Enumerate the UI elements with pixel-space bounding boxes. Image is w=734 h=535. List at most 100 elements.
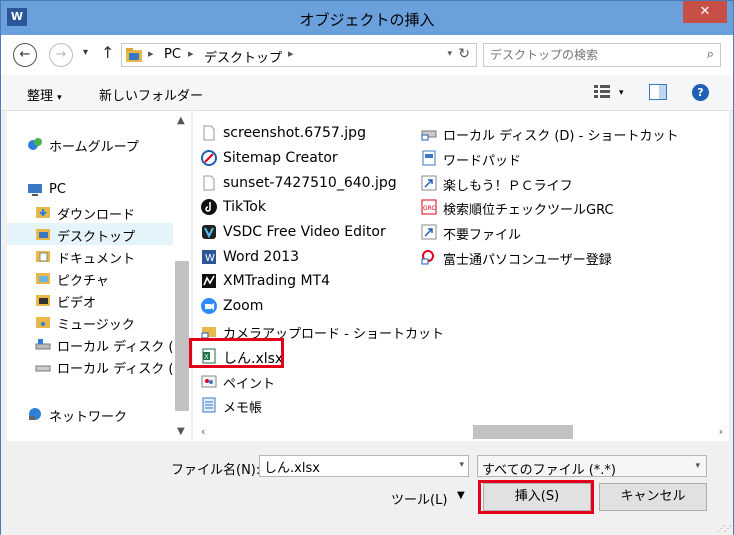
file-name: XMTrading MT4: [223, 273, 331, 289]
resize-grip-icon[interactable]: ⋰⋰: [717, 524, 732, 533]
desktop-folder-icon: [36, 229, 50, 240]
breadcrumb-separator: ▸: [288, 47, 294, 60]
scroll-down-icon[interactable]: ▼: [177, 426, 185, 437]
nav-music[interactable]: ミュージック: [7, 311, 173, 333]
fujitsu-icon: [421, 250, 434, 265]
pictures-folder-icon: [36, 273, 50, 284]
help-icon[interactable]: ?: [692, 84, 709, 101]
nav-network-label: ネットワーク: [49, 410, 128, 425]
cancel-button[interactable]: キャンセル: [599, 483, 707, 511]
nav-item-label: ドキュメント: [57, 252, 136, 267]
sitemap-creator-icon: [201, 150, 217, 166]
nav-homegroup-label: ホームグループ: [49, 140, 139, 155]
close-button[interactable]: ✕: [683, 1, 727, 23]
search-icon[interactable]: ⌕: [707, 47, 714, 62]
nav-downloads[interactable]: ダウンロード: [7, 201, 173, 223]
chevron-down-icon: ▾: [57, 93, 62, 103]
file-name: ワードパッド: [443, 154, 522, 169]
dialog-footer: ファイル名(N): ▾ すべてのファイル (*.*) ▾ ツール(L) ▼ 挿入…: [1, 441, 733, 535]
tools-dropdown-icon[interactable]: ▼: [457, 490, 465, 501]
breadcrumb-pc[interactable]: PC: [164, 47, 181, 62]
new-folder-button[interactable]: 新しいフォルダー: [99, 85, 203, 104]
nav-scroll-thumb[interactable]: [175, 261, 189, 411]
nav-pc-label: PC: [49, 182, 66, 197]
file-list-hscrollbar[interactable]: ‹ ›: [193, 423, 729, 441]
file-name: ペイント: [223, 377, 276, 392]
search-input[interactable]: [484, 44, 684, 66]
address-dropdown-icon[interactable]: ▾: [447, 49, 452, 59]
address-row: ← → ▾ ↑ ▸ PC ▸ デスクトップ ▸ ▾ ↻ ⌕: [1, 35, 733, 75]
dialog-title: オブジェクトの挿入: [299, 11, 435, 29]
shortcut-folder-icon: [201, 327, 216, 339]
up-arrow-icon[interactable]: ↑: [101, 43, 114, 62]
notepad-icon: [202, 397, 216, 413]
nav-videos[interactable]: ビデオ: [7, 289, 173, 311]
nav-homegroup[interactable]: ホームグループ: [7, 133, 173, 155]
file-name: VSDC Free Video Editor: [223, 224, 386, 240]
zoom-icon: [201, 298, 217, 314]
file-name: Zoom: [223, 298, 264, 314]
refresh-icon[interactable]: ↻: [458, 46, 470, 62]
preview-pane-icon[interactable]: [649, 84, 667, 100]
nav-pictures[interactable]: ピクチャ: [7, 267, 173, 289]
wordpad-icon: [422, 150, 436, 166]
file-name: Sitemap Creator: [223, 150, 338, 166]
grc-icon: GRC: [421, 199, 437, 215]
breadcrumb-desktop[interactable]: デスクトップ: [204, 47, 282, 66]
nav-local-disk-d[interactable]: ローカル ディスク (D:: [7, 355, 173, 377]
nav-item-label: ローカル ディスク (C:: [57, 340, 173, 355]
scroll-left-icon[interactable]: ‹: [201, 425, 205, 438]
nav-item-label: ダウンロード: [57, 208, 136, 223]
nav-item-label: ミュージック: [57, 318, 135, 333]
nav-documents[interactable]: ドキュメント: [7, 245, 173, 267]
back-button[interactable]: ←: [13, 43, 37, 67]
file-name: screenshot.6757.jpg: [223, 125, 366, 141]
view-dropdown-icon[interactable]: ▾: [619, 88, 624, 98]
nav-item-label: デスクトップ: [57, 230, 136, 245]
file-name: sunset-7427510_640.jpg: [223, 175, 397, 191]
nav-desktop[interactable]: デスクトップ: [7, 223, 173, 245]
nav-scrollbar[interactable]: ▲ ▼: [173, 111, 191, 441]
scroll-up-icon[interactable]: ▲: [177, 115, 185, 126]
navigation-pane: ホームグループ PC ダウンロード デスクトップ ドキュメント ピクチャ ビデオ: [7, 111, 173, 441]
view-options-icon[interactable]: [593, 84, 611, 100]
filename-label: ファイル名(N):: [171, 463, 261, 478]
recent-locations-chevron-icon[interactable]: ▾: [83, 47, 88, 58]
svg-text:W: W: [205, 253, 215, 264]
nav-network[interactable]: ネットワーク: [7, 403, 173, 425]
file-name: 富士通パソコンユーザー登録: [443, 253, 612, 268]
mt4-icon: [202, 274, 216, 288]
file-name: Word 2013: [223, 249, 300, 265]
drive-shortcut-icon: [421, 130, 437, 141]
tools-button[interactable]: ツール(L): [391, 489, 447, 508]
desktop-folder-icon: [126, 48, 142, 62]
breadcrumb-separator: ▸: [148, 47, 154, 60]
file-type-dropdown-icon: ▾: [695, 461, 700, 471]
search-box: ⌕: [483, 43, 721, 67]
file-type-value: すべてのファイル (*.*): [482, 463, 616, 478]
downloads-folder-icon: [36, 207, 50, 218]
filename-combobox: ▾: [259, 455, 469, 477]
documents-folder-icon: [36, 251, 50, 262]
filename-input[interactable]: [260, 456, 450, 476]
file-list: screenshot.6757.jpg Sitemap Creator suns…: [193, 111, 729, 441]
filename-dropdown-icon[interactable]: ▾: [459, 460, 464, 470]
nav-item-label: ローカル ディスク (D:: [57, 362, 173, 377]
file-name: ローカル ディスク (D) - ショートカット: [443, 129, 679, 144]
nav-local-disk-c[interactable]: ローカル ディスク (C:: [7, 333, 173, 355]
file-type-select[interactable]: すべてのファイル (*.*) ▾: [477, 455, 707, 478]
hscroll-thumb[interactable]: [473, 425, 573, 439]
system-drive-icon: [35, 339, 51, 350]
nav-pc[interactable]: PC: [7, 179, 173, 201]
drive-icon: [35, 365, 51, 372]
image-file-icon: [203, 175, 215, 191]
file-name: 楽しもう！ＰＣライフ: [443, 179, 573, 194]
homegroup-icon: [28, 138, 42, 150]
organize-button[interactable]: 整理 ▾: [27, 85, 62, 104]
insert-button-highlight: [478, 480, 594, 514]
tiktok-icon: [201, 199, 217, 215]
file-name: TikTok: [223, 199, 266, 215]
scroll-right-icon[interactable]: ›: [719, 425, 723, 438]
address-bar[interactable]: ▸ PC ▸ デスクトップ ▸ ▾ ↻: [121, 43, 477, 67]
forward-button[interactable]: →: [49, 43, 73, 67]
